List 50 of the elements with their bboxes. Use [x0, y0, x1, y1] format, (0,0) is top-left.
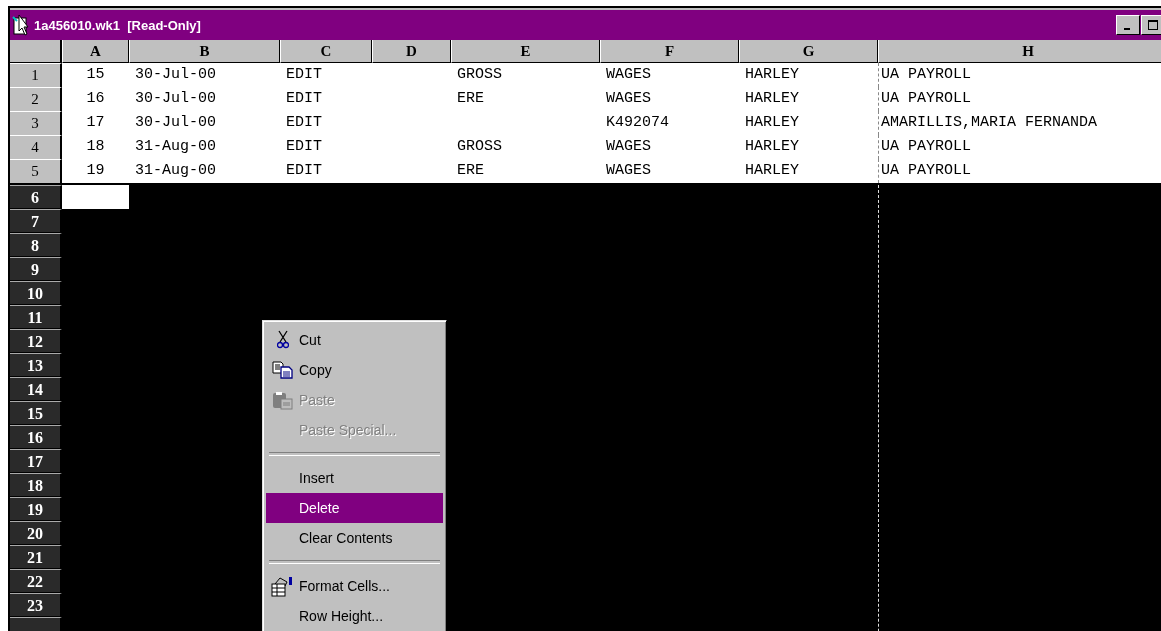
- row-header[interactable]: 6: [10, 185, 62, 209]
- row-header[interactable]: 13: [10, 353, 62, 377]
- clipboard-icon: [271, 390, 294, 410]
- menu-item[interactable]: Row Height...: [266, 601, 443, 631]
- corner-header[interactable]: [10, 40, 62, 63]
- row-header[interactable]: 17: [10, 449, 62, 473]
- copy-icon: [271, 361, 294, 379]
- row-header[interactable]: 5: [10, 159, 62, 183]
- column-header[interactable]: A: [62, 40, 129, 63]
- row-header[interactable]: 20: [10, 521, 62, 545]
- column-header[interactable]: E: [451, 40, 600, 63]
- row-header[interactable]: 9: [10, 257, 62, 281]
- row-header[interactable]: 11: [10, 305, 62, 329]
- row-header[interactable]: 12: [10, 329, 62, 353]
- row-header[interactable]: 2: [10, 87, 62, 111]
- row-header[interactable]: 14: [10, 377, 62, 401]
- column-header[interactable]: C: [280, 40, 372, 63]
- row-header[interactable]: 22: [10, 569, 62, 593]
- column-header[interactable]: B: [129, 40, 280, 63]
- row-header[interactable]: 21: [10, 545, 62, 569]
- active-cell[interactable]: [62, 185, 129, 209]
- menu-item[interactable]: Delete: [266, 493, 443, 523]
- row-header[interactable]: 1: [10, 63, 62, 87]
- column-header[interactable]: H: [878, 40, 1161, 63]
- scissors-icon: [276, 330, 289, 350]
- minimize-icon: [1123, 28, 1130, 30]
- column-header[interactable]: G: [739, 40, 878, 63]
- sheet-cursor-icon: [12, 14, 32, 36]
- row-header[interactable]: 23: [10, 593, 62, 617]
- column-header[interactable]: D: [372, 40, 451, 63]
- column-header[interactable]: F: [600, 40, 739, 63]
- row-header[interactable]: 15: [10, 401, 62, 425]
- menu-item[interactable]: Clear Contents: [266, 523, 443, 553]
- row-header[interactable]: 7: [10, 209, 62, 233]
- maximize-icon: [1148, 20, 1158, 30]
- menu-item[interactable]: Insert: [266, 463, 443, 493]
- row-header[interactable]: 4: [10, 135, 62, 159]
- menu-item[interactable]: Format Cells...: [266, 571, 443, 601]
- row-header[interactable]: 3: [10, 111, 62, 135]
- format-cells-icon: [270, 575, 295, 597]
- row-header[interactable]: 16: [10, 425, 62, 449]
- maximize-button[interactable]: [1141, 15, 1161, 35]
- menu-item[interactable]: Copy: [266, 355, 443, 385]
- window-title: 1a456010.wk1 [Read-Only]: [34, 17, 201, 33]
- row-header[interactable]: 8: [10, 233, 62, 257]
- minimize-button[interactable]: [1116, 15, 1140, 35]
- menu-item[interactable]: Cut: [266, 325, 443, 355]
- row-header[interactable]: 19: [10, 497, 62, 521]
- row-header[interactable]: 10: [10, 281, 62, 305]
- row-header[interactable]: 18: [10, 473, 62, 497]
